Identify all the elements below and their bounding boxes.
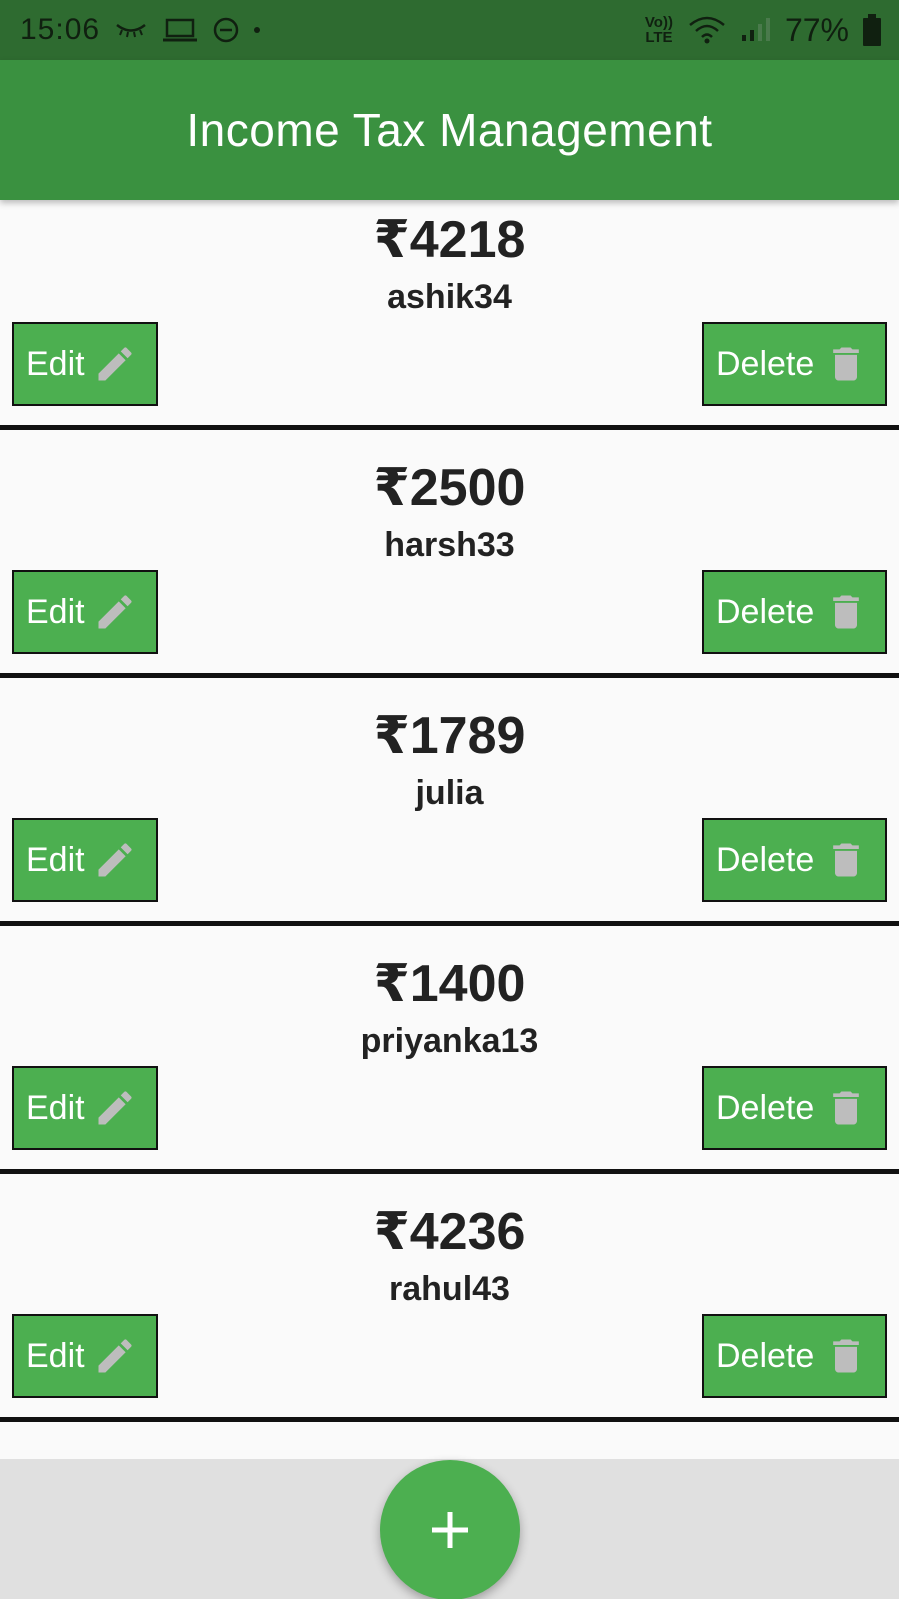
edit-button[interactable]: Edit (12, 570, 158, 654)
dot-icon (254, 27, 261, 33)
record-name: julia (415, 774, 484, 812)
record-card: ₹1789 julia Edit Delete (0, 678, 899, 926)
edit-button[interactable]: Edit (12, 1314, 158, 1398)
record-card: ₹1400 priyanka13 Edit Delete (0, 926, 899, 1174)
delete-label: Delete (716, 1088, 815, 1127)
plus-icon (428, 1508, 472, 1552)
laptop-icon (162, 17, 198, 43)
app-bar: Income Tax Management (0, 60, 899, 200)
status-time: 15:06 (20, 13, 101, 46)
delete-button[interactable]: Delete (702, 1314, 887, 1398)
delete-label: Delete (716, 1336, 815, 1375)
edit-label: Edit (26, 1336, 85, 1375)
delete-label: Delete (716, 840, 815, 879)
trash-icon (824, 1334, 868, 1378)
status-right: Vo)) LTE 77% (645, 12, 881, 49)
record-name: rahul43 (389, 1270, 510, 1308)
signal-icon (741, 17, 771, 43)
record-card: ₹2500 harsh33 Edit Delete (0, 430, 899, 678)
edit-label: Edit (26, 592, 85, 631)
record-name: priyanka13 (360, 1022, 539, 1060)
edit-label: Edit (26, 1088, 85, 1127)
delete-label: Delete (716, 344, 815, 383)
battery-percent: 77% (784, 11, 849, 48)
dnd-icon (212, 16, 240, 44)
edit-button[interactable]: Edit (12, 1066, 158, 1150)
record-amount: ₹1789 (373, 707, 526, 765)
record-card: ₹4236 rahul43 Edit Delete (0, 1174, 899, 1422)
record-amount: ₹4218 (373, 211, 526, 269)
delete-button[interactable]: Delete (702, 1066, 887, 1150)
volte-icon: Vo)) LTE (645, 15, 673, 45)
trash-icon (824, 838, 868, 882)
add-record-button[interactable] (380, 1460, 520, 1599)
trash-icon (824, 1086, 868, 1130)
status-bar: 15:06 Vo)) LTE 77% (0, 0, 899, 60)
edit-label: Edit (26, 840, 85, 879)
delete-label: Delete (716, 592, 815, 631)
battery-icon (863, 14, 881, 46)
trash-icon (824, 590, 868, 634)
record-amount: ₹4236 (373, 1203, 526, 1261)
screen: 15:06 Vo)) LTE 77% Income Tax Management… (0, 0, 899, 1599)
delete-button[interactable]: Delete (702, 322, 887, 406)
pencil-icon (93, 838, 137, 882)
record-name: ashik34 (387, 278, 512, 316)
pencil-icon (93, 342, 137, 386)
record-name: harsh33 (384, 526, 515, 564)
eye-closed-icon (114, 20, 148, 40)
edit-button[interactable]: Edit (12, 818, 158, 902)
pencil-icon (93, 590, 137, 634)
wifi-icon (687, 15, 727, 45)
edit-label: Edit (26, 344, 85, 383)
status-left: 15:06 (20, 13, 261, 47)
pencil-icon (93, 1334, 137, 1378)
volte-bottom-text: LTE (645, 29, 673, 46)
app-title: Income Tax Management (186, 104, 713, 156)
delete-button[interactable]: Delete (702, 570, 887, 654)
record-card: ₹4218 ashik34 Edit Delete (0, 200, 899, 430)
trash-icon (824, 342, 868, 386)
pencil-icon (93, 1086, 137, 1130)
records-list[interactable]: ₹4218 ashik34 Edit Delete ₹2500 harsh33 … (0, 200, 899, 1599)
edit-button[interactable]: Edit (12, 322, 158, 406)
record-amount: ₹2500 (373, 459, 526, 517)
delete-button[interactable]: Delete (702, 818, 887, 902)
record-amount: ₹1400 (373, 955, 526, 1013)
